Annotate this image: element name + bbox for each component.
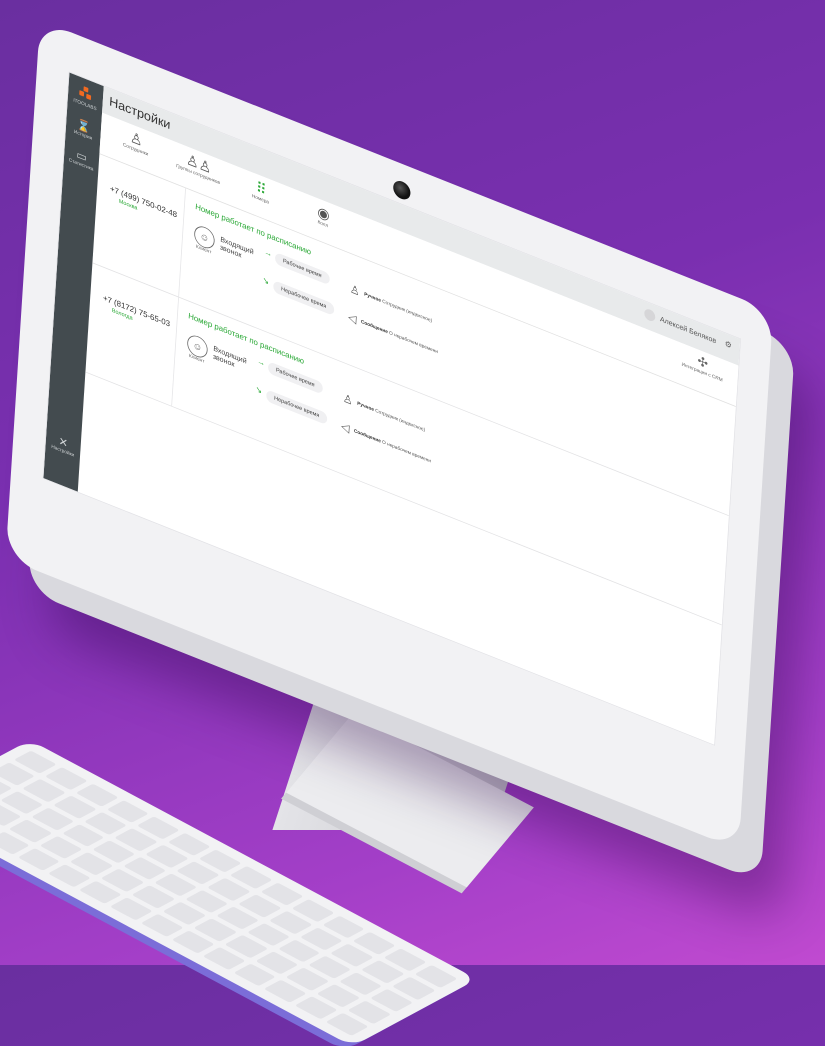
client: ☺ Клиент	[193, 223, 216, 257]
avatar	[643, 307, 656, 323]
sidebar-item-settings[interactable]: ✕ Настройки	[45, 429, 80, 461]
off-target-title: Сообщение	[353, 428, 381, 445]
arrow-icon: ↘	[262, 275, 270, 287]
divider	[178, 187, 187, 297]
webcam-icon	[392, 178, 411, 203]
person-icon: ♙	[349, 281, 361, 299]
off-target-sub: О нерабочем времени	[388, 330, 439, 355]
work-target-title: Ручное	[356, 401, 375, 413]
app-screen: ITOOLABS ⌛ История ▭ Статистика ✕ Настро…	[42, 71, 742, 746]
gear-icon[interactable]: ⚙	[724, 339, 732, 350]
logo-icon	[79, 85, 92, 102]
work-target-sub: Сотрудник (индексное)	[375, 408, 426, 434]
client: ☺ Клиент	[186, 332, 209, 366]
off-target-sub: О нерабочем времени	[381, 440, 432, 465]
off-time-rule[interactable]: Нерабочее время	[272, 280, 335, 316]
sidebar-item-history[interactable]: ⌛ История	[66, 113, 101, 145]
work-time-rule[interactable]: Рабочее время	[267, 361, 323, 395]
work-time-rule[interactable]: Рабочее время	[274, 251, 330, 286]
divider	[171, 296, 180, 407]
illustration: ITOOLABS ⌛ История ▭ Статистика ✕ Настро…	[0, 0, 825, 1046]
phone-number: +7 (499) 750-02-48 Москва	[109, 185, 180, 229]
speaker-icon: ◁	[340, 419, 350, 435]
monitor-bezel: ITOOLABS ⌛ История ▭ Статистика ✕ Настро…	[5, 20, 774, 850]
off-target-title: Сообщение	[360, 319, 388, 336]
off-time-rule[interactable]: Нерабочее время	[265, 389, 328, 426]
work-target-title: Ручное	[363, 292, 382, 304]
sidebar-item-statistics[interactable]: ▭ Статистика	[64, 143, 99, 175]
person-icon: ♙	[342, 390, 354, 408]
phone-number: +7 (8172) 75-65-03 Вологда	[102, 294, 173, 338]
incoming-call-label: Входящий звонок	[212, 344, 247, 369]
incoming-call-label: Входящий звонок	[219, 234, 254, 260]
arrow-icon: ↘	[255, 384, 263, 397]
work-target-sub: Сотрудник (индексное)	[382, 299, 433, 324]
speaker-icon: ◁	[347, 309, 357, 326]
